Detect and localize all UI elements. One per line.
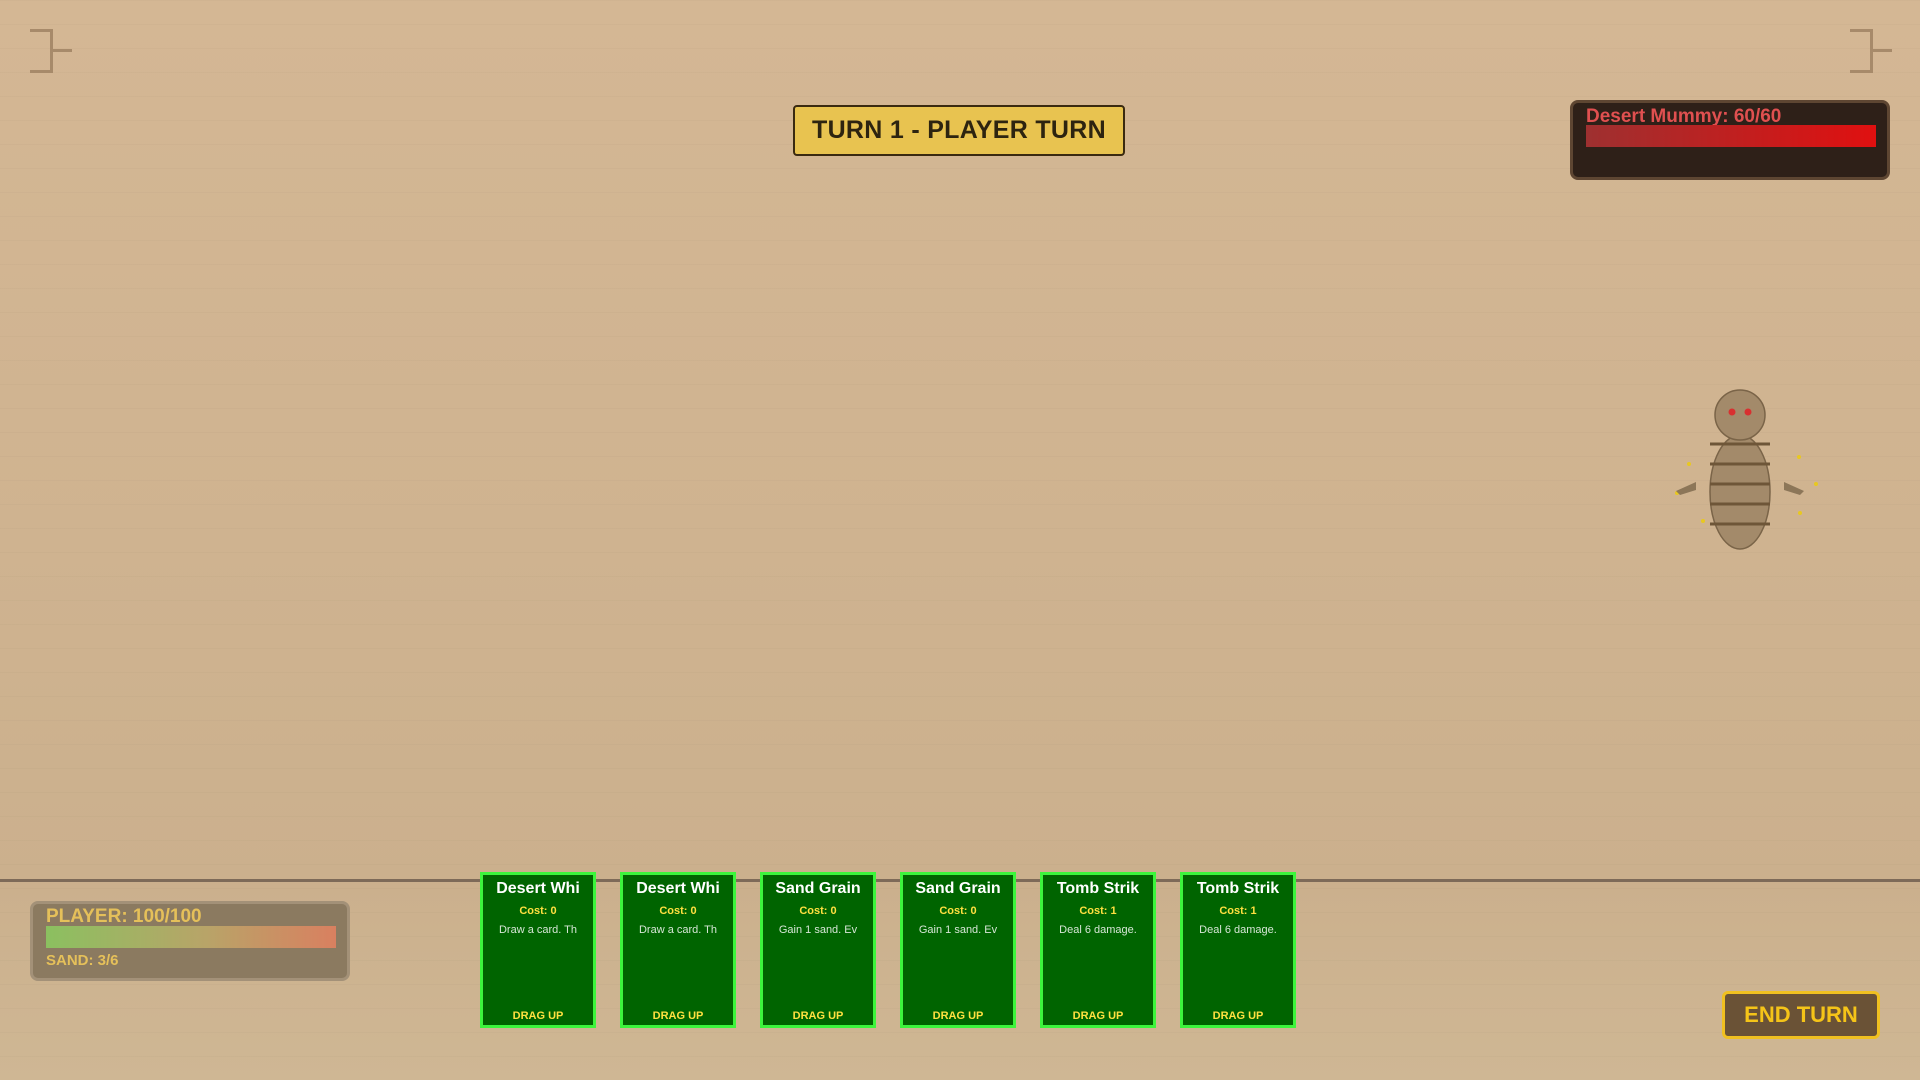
- player-hp-fill: [46, 926, 336, 948]
- mummy-right-arm: [1784, 482, 1804, 495]
- hand-card[interactable]: Sand Grain Cost: 0 Gain 1 sand. Ev DRAG …: [900, 872, 1016, 1028]
- mummy-left-eye: [1728, 408, 1736, 416]
- card-description: Gain 1 sand. Ev: [778, 924, 858, 936]
- hand-card[interactable]: Sand Grain Cost: 0 Gain 1 sand. Ev DRAG …: [760, 872, 876, 1028]
- hand-card[interactable]: Tomb Strik Cost: 1 Deal 6 damage. DRAG U…: [1040, 872, 1156, 1028]
- card-description: Gain 1 sand. Ev: [918, 924, 998, 936]
- card-drag-hint: DRAG UP: [792, 1010, 844, 1022]
- card-description: Deal 6 damage.: [1199, 924, 1277, 936]
- mummy-head: [1714, 389, 1766, 441]
- card-title: Sand Grain: [775, 880, 861, 897]
- card-cost: Cost: 0: [659, 905, 697, 917]
- card-drag-hint: DRAG UP: [932, 1010, 984, 1022]
- player-hp-bar: [46, 926, 336, 948]
- card-description: Draw a card. Th: [498, 924, 578, 936]
- turn-banner: TURN 1 - PLAYER TURN: [793, 105, 1125, 156]
- card-description: Draw a card. Th: [638, 924, 718, 936]
- card-cost: Cost: 1: [1219, 905, 1257, 917]
- desert-mummy-enemy[interactable]: [1660, 380, 1820, 570]
- player-hp-label: PLAYER: 100/100: [46, 906, 202, 927]
- card-drag-hint: DRAG UP: [512, 1010, 564, 1022]
- card-drag-hint: DRAG UP: [1212, 1010, 1264, 1022]
- enemy-status-panel: Desert Mummy: 60/60: [1570, 100, 1890, 180]
- hand-card[interactable]: Desert Whi Cost: 0 Draw a card. Th DRAG …: [480, 872, 596, 1028]
- card-title: Tomb Strik: [1196, 880, 1280, 897]
- card-drag-hint: DRAG UP: [1072, 1010, 1124, 1022]
- mummy-left-arm: [1676, 482, 1696, 495]
- card-cost: Cost: 1: [1079, 905, 1117, 917]
- card-drag-hint: DRAG UP: [652, 1010, 704, 1022]
- corner-bracket-top-left: [30, 29, 72, 73]
- hand-card[interactable]: Desert Whi Cost: 0 Draw a card. Th DRAG …: [620, 872, 736, 1028]
- card-title: Sand Grain: [915, 880, 1001, 897]
- card-cost: Cost: 0: [799, 905, 837, 917]
- sand-resource-label: SAND: 3/6: [46, 952, 119, 969]
- end-turn-button[interactable]: END TURN: [1722, 991, 1880, 1039]
- mummy-body: [1709, 434, 1771, 550]
- card-title: Desert Whi: [636, 880, 720, 897]
- corner-bracket-top-right: [1850, 29, 1892, 73]
- hand-card[interactable]: Tomb Strik Cost: 1 Deal 6 damage. DRAG U…: [1180, 872, 1296, 1028]
- card-description: Deal 6 damage.: [1059, 924, 1137, 936]
- card-title: Desert Whi: [496, 880, 580, 897]
- mummy-right-eye: [1744, 408, 1752, 416]
- card-cost: Cost: 0: [519, 905, 557, 917]
- enemy-hp-bar: [1586, 125, 1876, 147]
- enemy-hp-fill: [1586, 125, 1876, 147]
- player-status-panel: PLAYER: 100/100 SAND: 3/6: [30, 901, 350, 981]
- card-title: Tomb Strik: [1056, 880, 1140, 897]
- card-cost: Cost: 0: [939, 905, 977, 917]
